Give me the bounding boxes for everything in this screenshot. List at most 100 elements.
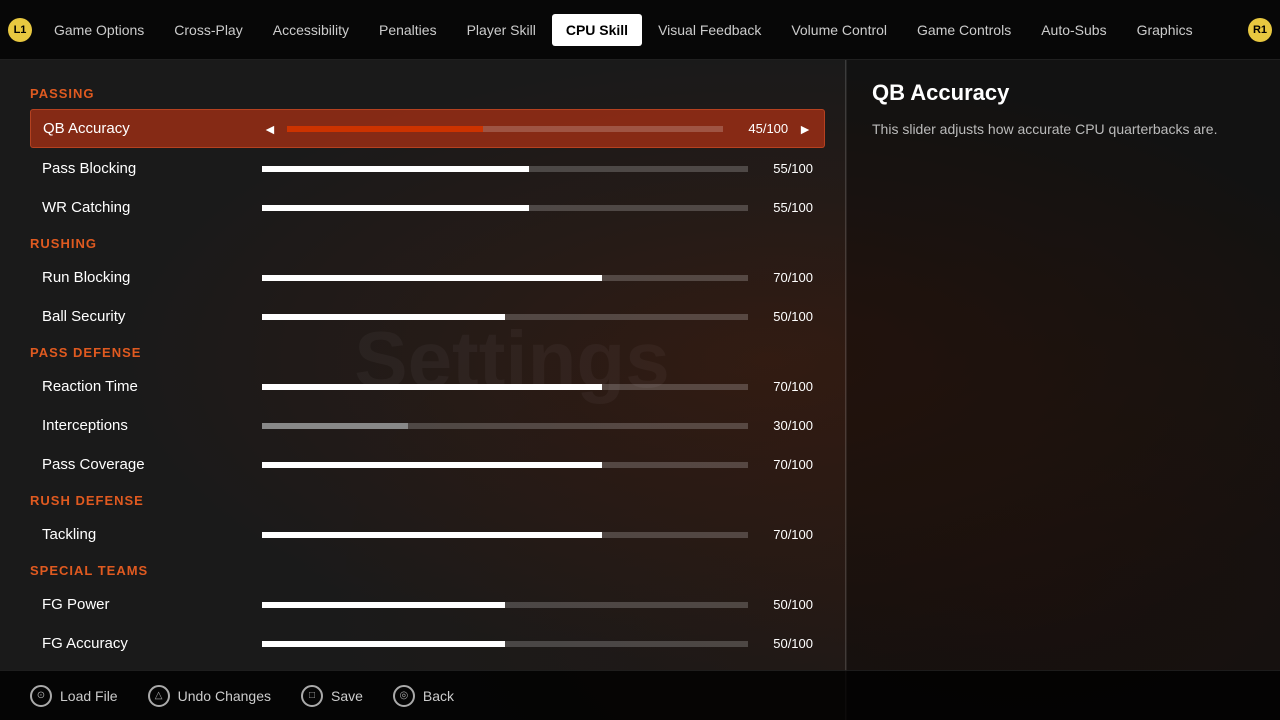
- slider-container-reaction-time: 70/100: [262, 379, 813, 394]
- slider-container-fg-accuracy: 50/100: [262, 636, 813, 651]
- setting-name-fg-power: FG Power: [42, 596, 262, 613]
- slider-track-pass-coverage[interactable]: [262, 462, 748, 468]
- info-panel: QB Accuracy This slider adjusts how accu…: [846, 60, 1280, 720]
- setting-row-run-blocking[interactable]: Run Blocking 70/100: [30, 259, 825, 296]
- bottom-action-save[interactable]: □ Save: [301, 685, 363, 707]
- setting-name-interceptions: Interceptions: [42, 417, 262, 434]
- r1-badge: R1: [1248, 18, 1272, 42]
- undo-changes-label: Undo Changes: [178, 688, 271, 704]
- slider-track-ball-security[interactable]: [262, 314, 748, 320]
- setting-row-fg-accuracy[interactable]: FG Accuracy 50/100: [30, 625, 825, 662]
- slider-track-run-blocking[interactable]: [262, 275, 748, 281]
- undo-changes-icon: △: [148, 685, 170, 707]
- section-passing: PASSINGQB Accuracy◄45/100►Pass Blocking5…: [30, 86, 825, 226]
- slider-fill-fg-accuracy: [262, 641, 505, 647]
- section-rush-defense: RUSH DEFENSE Tackling 70/100: [30, 493, 825, 553]
- slider-value-reaction-time: 70/100: [758, 379, 813, 394]
- setting-name-qb-accuracy: QB Accuracy: [43, 120, 263, 137]
- slider-right-arrow-qb-accuracy[interactable]: ►: [798, 121, 812, 137]
- nav-item-cpu-skill[interactable]: CPU Skill: [552, 14, 642, 46]
- slider-track-fg-power[interactable]: [262, 602, 748, 608]
- setting-row-qb-accuracy[interactable]: QB Accuracy◄ 45/100 ►: [30, 109, 825, 148]
- setting-name-wr-catching: WR Catching: [42, 199, 262, 216]
- info-title: QB Accuracy: [872, 80, 1255, 106]
- bottom-action-back[interactable]: ◎Back: [393, 685, 454, 707]
- setting-row-fg-power[interactable]: FG Power 50/100: [30, 586, 825, 623]
- section-header-pass-defense: PASS DEFENSE: [30, 345, 825, 360]
- nav-item-visual-feedback[interactable]: Visual Feedback: [644, 14, 775, 46]
- save-icon: □: [301, 685, 323, 707]
- slider-track-fg-accuracy[interactable]: [262, 641, 748, 647]
- back-icon: ◎: [393, 685, 415, 707]
- section-special-teams: Special Teams FG Power 50/100 FG Accuracy 50…: [30, 563, 825, 662]
- nav-item-accessibility[interactable]: Accessibility: [259, 14, 363, 46]
- load-file-icon: ⊙: [30, 685, 52, 707]
- setting-row-tackling[interactable]: Tackling 70/100: [30, 516, 825, 553]
- slider-value-fg-power: 50/100: [758, 597, 813, 612]
- nav-item-volume-control[interactable]: Volume Control: [777, 14, 901, 46]
- setting-name-reaction-time: Reaction Time: [42, 378, 262, 395]
- slider-fill-reaction-time: [262, 384, 602, 390]
- setting-row-pass-blocking[interactable]: Pass Blocking55/100: [30, 150, 825, 187]
- slider-track-tackling[interactable]: [262, 532, 748, 538]
- slider-track-wr-catching[interactable]: [262, 205, 748, 211]
- slider-container-interceptions: 30/100: [262, 418, 813, 433]
- section-rushing: RUSHING Run Blocking 70/100 Ball Security50…: [30, 236, 825, 335]
- nav-item-graphics[interactable]: Graphics: [1123, 14, 1207, 46]
- slider-track-qb-accuracy[interactable]: [287, 126, 723, 132]
- slider-value-run-blocking: 70/100: [758, 270, 813, 285]
- nav-item-game-options[interactable]: Game Options: [40, 14, 158, 46]
- info-description: This slider adjusts how accurate CPU qua…: [872, 118, 1255, 140]
- slider-left-arrow-qb-accuracy[interactable]: ◄: [263, 121, 277, 137]
- slider-value-tackling: 70/100: [758, 527, 813, 542]
- nav-item-cross-play[interactable]: Cross-Play: [160, 14, 256, 46]
- slider-container-ball-security: 50/100: [262, 309, 813, 324]
- slider-fill-wr-catching: [262, 205, 529, 211]
- setting-row-ball-security[interactable]: Ball Security50/100: [30, 298, 825, 335]
- section-header-rush-defense: RUSH DEFENSE: [30, 493, 825, 508]
- setting-name-tackling: Tackling: [42, 526, 262, 543]
- nav-item-auto-subs[interactable]: Auto-Subs: [1027, 14, 1120, 46]
- setting-row-reaction-time[interactable]: Reaction Time 70/100: [30, 368, 825, 405]
- load-file-label: Load File: [60, 688, 118, 704]
- setting-name-run-blocking: Run Blocking: [42, 269, 262, 286]
- setting-row-wr-catching[interactable]: WR Catching 55/100: [30, 189, 825, 226]
- slider-container-tackling: 70/100: [262, 527, 813, 542]
- slider-fill-run-blocking: [262, 275, 602, 281]
- bottom-action-load-file[interactable]: ⊙ Load File: [30, 685, 118, 707]
- slider-fill-pass-coverage: [262, 462, 602, 468]
- slider-track-reaction-time[interactable]: [262, 384, 748, 390]
- save-label: Save: [331, 688, 363, 704]
- slider-value-interceptions: 30/100: [758, 418, 813, 433]
- setting-name-pass-blocking: Pass Blocking: [42, 160, 262, 177]
- main-content: PASSINGQB Accuracy◄45/100►Pass Blocking5…: [0, 60, 1280, 720]
- slider-value-pass-coverage: 70/100: [758, 457, 813, 472]
- section-pass-defense: PASS DEFENSE Reaction Time 70/100 Intercept…: [30, 345, 825, 483]
- nav-item-player-skill[interactable]: Player Skill: [453, 14, 550, 46]
- slider-value-fg-accuracy: 50/100: [758, 636, 813, 651]
- nav-item-penalties[interactable]: Penalties: [365, 14, 451, 46]
- setting-row-interceptions[interactable]: Interceptions 30/100: [30, 407, 825, 444]
- slider-value-wr-catching: 55/100: [758, 200, 813, 215]
- bottom-bar: ⊙ Load File △ Undo Changes □ Save ◎Back: [0, 670, 1280, 720]
- slider-track-pass-blocking[interactable]: [262, 166, 748, 172]
- section-header-rushing: RUSHING: [30, 236, 825, 251]
- slider-container-pass-coverage: 70/100: [262, 457, 813, 472]
- bottom-action-undo-changes[interactable]: △ Undo Changes: [148, 685, 271, 707]
- setting-name-fg-accuracy: FG Accuracy: [42, 635, 262, 652]
- setting-row-pass-coverage[interactable]: Pass Coverage 70/100: [30, 446, 825, 483]
- slider-fill-interceptions: [262, 423, 408, 429]
- slider-container-wr-catching: 55/100: [262, 200, 813, 215]
- setting-name-pass-coverage: Pass Coverage: [42, 456, 262, 473]
- nav-bar: L1 Game OptionsCross-PlayAccessibilityPe…: [0, 0, 1280, 60]
- slider-fill-qb-accuracy: [287, 126, 483, 132]
- slider-fill-tackling: [262, 532, 602, 538]
- slider-track-interceptions[interactable]: [262, 423, 748, 429]
- slider-fill-ball-security: [262, 314, 505, 320]
- slider-value-ball-security: 50/100: [758, 309, 813, 324]
- nav-item-game-controls[interactable]: Game Controls: [903, 14, 1025, 46]
- section-header-special-teams: Special Teams: [30, 563, 825, 578]
- section-header-passing: PASSING: [30, 86, 825, 101]
- slider-value-qb-accuracy: 45/100: [733, 121, 788, 136]
- slider-fill-fg-power: [262, 602, 505, 608]
